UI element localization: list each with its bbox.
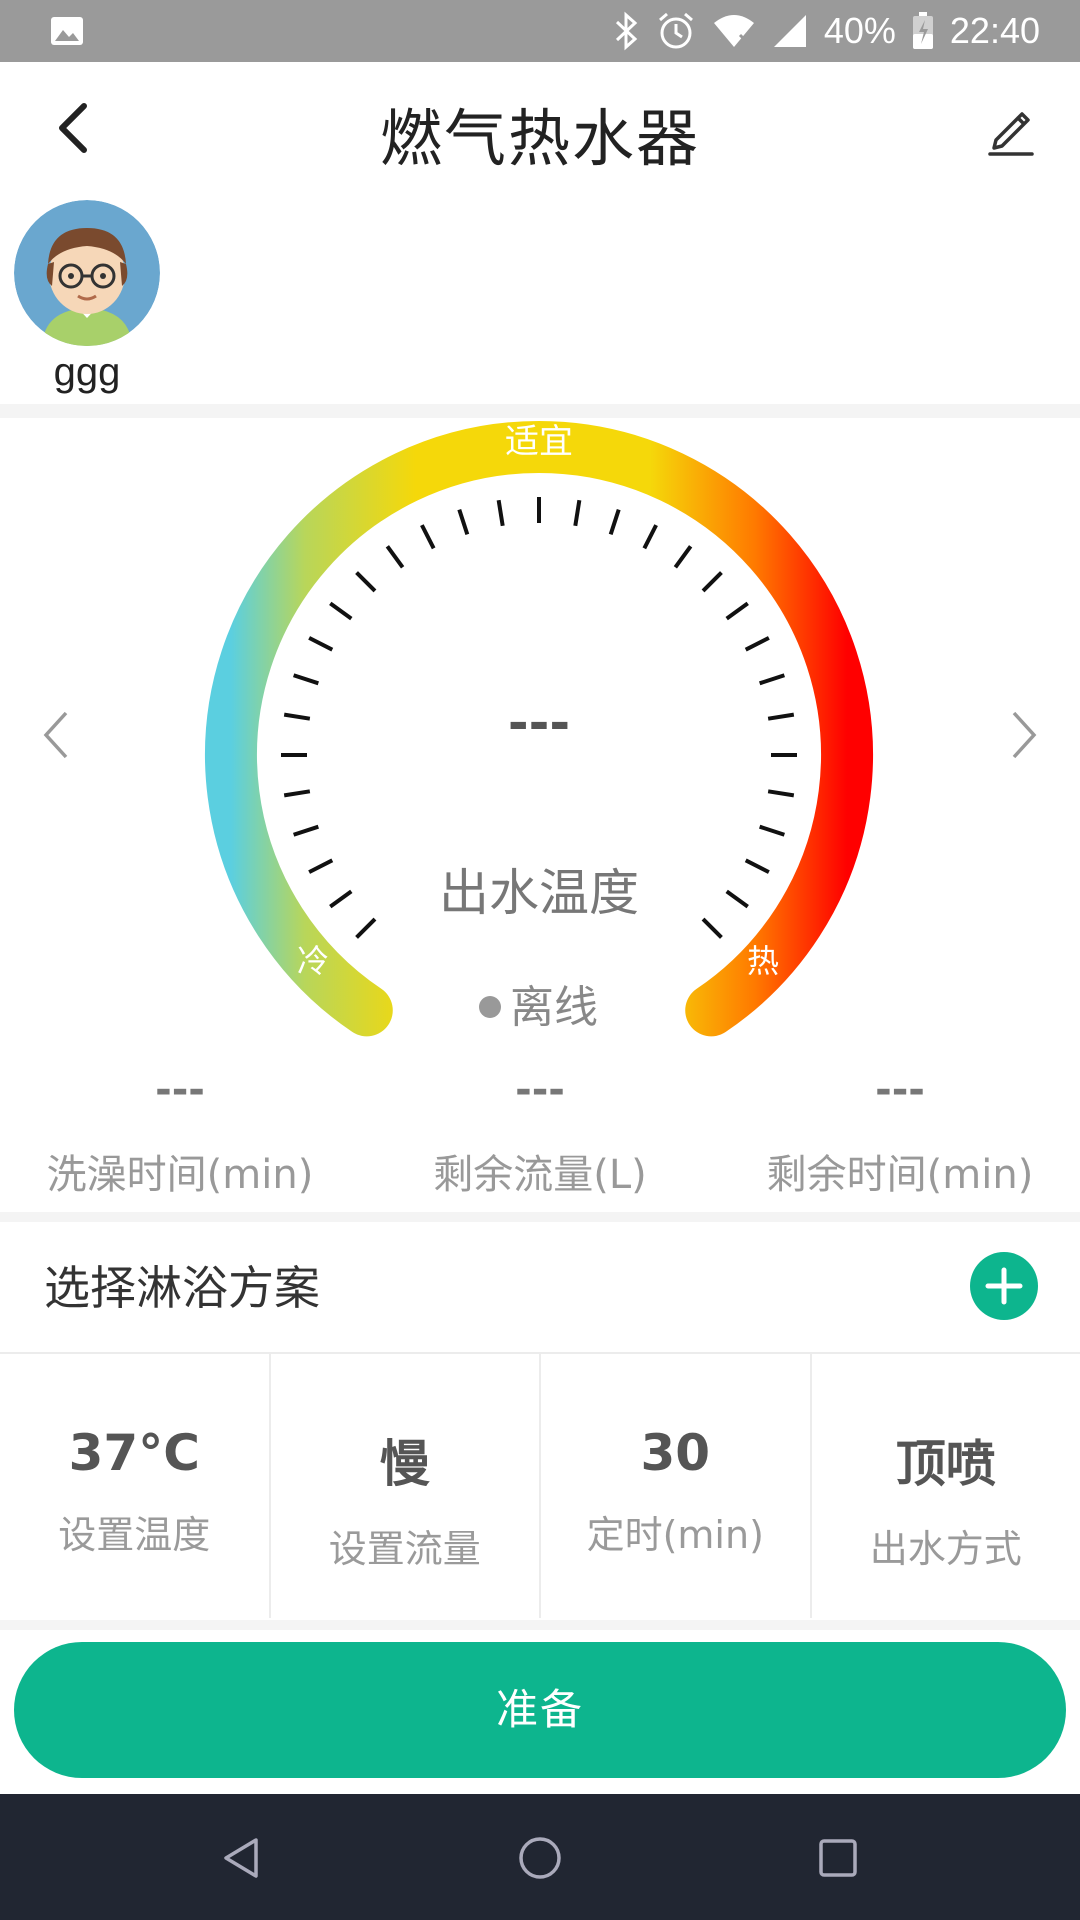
- plan-item-label: 设置流量: [328, 1527, 481, 1571]
- gauge-tick: [725, 889, 749, 909]
- system-nav-bar: [0, 1794, 1080, 1920]
- gauge-tick: [329, 601, 353, 621]
- gauge-tick: [355, 571, 377, 593]
- gauge-tick: [329, 889, 353, 909]
- stat-value: ---: [155, 1067, 205, 1113]
- stat-remaining-time: --- 剩余时间(min): [720, 1060, 1080, 1210]
- divider: [0, 1620, 1080, 1630]
- nav-home-icon[interactable]: [514, 1832, 566, 1884]
- plan-item-timer[interactable]: 30 定时(min): [541, 1354, 812, 1618]
- plan-item-value: 30: [640, 1424, 711, 1482]
- edit-pencil-icon[interactable]: [982, 100, 1040, 158]
- gauge-tick: [573, 499, 582, 527]
- gauge-tick: [385, 545, 405, 569]
- gauge-tick: [293, 673, 319, 686]
- plan-item-value: 慢: [379, 1435, 430, 1493]
- stat-bath-time: --- 洗澡时间(min): [0, 1060, 360, 1210]
- signal-icon: [773, 15, 806, 47]
- gauge-tick: [283, 789, 311, 798]
- gauge-tick: [759, 673, 785, 686]
- status-dot: [479, 996, 501, 1018]
- avatar[interactable]: [14, 200, 160, 346]
- username: ggg: [53, 350, 121, 394]
- plan-item-value: 37°C: [68, 1424, 200, 1482]
- gauge-value: ---: [508, 694, 570, 752]
- stat-label: 洗澡时间(min): [46, 1152, 314, 1198]
- page-title: 燃气热水器: [379, 102, 700, 175]
- add-plan-button[interactable]: [970, 1252, 1038, 1320]
- gauge-dial: 适宜 冷 热 --- 出水温度 离线: [205, 421, 873, 1037]
- gauge-tick: [420, 524, 436, 550]
- nav-back-icon[interactable]: [216, 1832, 268, 1884]
- temperature-gauge: 适宜 冷 热 --- 出水温度 离线: [0, 410, 1080, 1040]
- stat-value: ---: [515, 1067, 565, 1113]
- gauge-label-top: 适宜: [505, 422, 573, 462]
- gauge-tick: [744, 636, 770, 652]
- stat-label: 剩余流量(L): [433, 1152, 647, 1198]
- divider: [0, 1212, 1080, 1222]
- gauge-tick: [283, 712, 311, 721]
- plus-icon: [985, 1267, 1023, 1305]
- image-notification-icon: [51, 17, 83, 45]
- gauge-tick: [457, 509, 470, 535]
- plan-title: 选择淋浴方案: [44, 1261, 320, 1315]
- prev-arrow-icon[interactable]: [36, 705, 76, 765]
- stats-row: --- 洗澡时间(min) --- 剩余流量(L) --- 剩余时间(min): [0, 1060, 1080, 1210]
- plan-item-label: 设置温度: [58, 1513, 211, 1557]
- gauge-label-hot: 热: [747, 942, 779, 980]
- gauge-tick: [608, 509, 621, 535]
- stat-label: 剩余时间(min): [766, 1152, 1034, 1198]
- plan-item-value: 顶喷: [895, 1435, 996, 1493]
- status-text: 离线: [510, 982, 598, 1033]
- gauge-tick: [673, 545, 693, 569]
- gauge-tick: [293, 824, 319, 837]
- plan-item-label: 定时(min): [586, 1513, 764, 1557]
- battery-icon: [912, 12, 933, 49]
- gauge-label-cold: 冷: [297, 942, 329, 980]
- gauge-tick: [701, 571, 723, 593]
- gauge-caption: 出水温度: [439, 864, 639, 922]
- gauge-tick: [744, 858, 770, 874]
- wifi-icon: [713, 15, 754, 47]
- nav-recents-icon[interactable]: [812, 1832, 864, 1884]
- avatar-image: [14, 200, 160, 346]
- alarm-icon: [658, 12, 693, 49]
- stat-value: ---: [875, 1067, 925, 1113]
- gauge-tick: [496, 499, 505, 527]
- gauge-tick: [701, 917, 723, 939]
- plan-item-label: 出水方式: [869, 1527, 1022, 1571]
- clock-time: 22:40: [949, 10, 1040, 51]
- next-arrow-icon[interactable]: [1004, 705, 1044, 765]
- plan-item-temperature[interactable]: 37°C 设置温度: [0, 1354, 271, 1618]
- ready-button[interactable]: 准备: [14, 1642, 1066, 1778]
- gauge-tick: [308, 636, 334, 652]
- stat-remaining-flow: --- 剩余流量(L): [360, 1060, 720, 1210]
- app-header: 燃气热水器: [0, 62, 1080, 192]
- gauge-tick: [642, 524, 658, 550]
- gauge-tick: [725, 601, 749, 621]
- status-bar: 40% 22:40: [0, 0, 1080, 62]
- plan-header: 选择淋浴方案: [0, 1222, 1080, 1354]
- bluetooth-icon: [615, 11, 638, 51]
- gauge-tick: [767, 712, 795, 721]
- gauge-tick: [767, 789, 795, 798]
- plan-item-water-mode[interactable]: 顶喷 出水方式: [812, 1354, 1080, 1618]
- gauge-tick: [759, 824, 785, 837]
- battery-percent: 40%: [823, 10, 896, 51]
- plan-item-flow[interactable]: 慢 设置流量: [271, 1354, 541, 1618]
- gauge-tick: [355, 917, 377, 939]
- plan-settings-grid: 37°C 设置温度 慢 设置流量 30 定时(min) 顶喷 出水方式: [0, 1354, 1080, 1618]
- gauge-tick: [308, 858, 334, 874]
